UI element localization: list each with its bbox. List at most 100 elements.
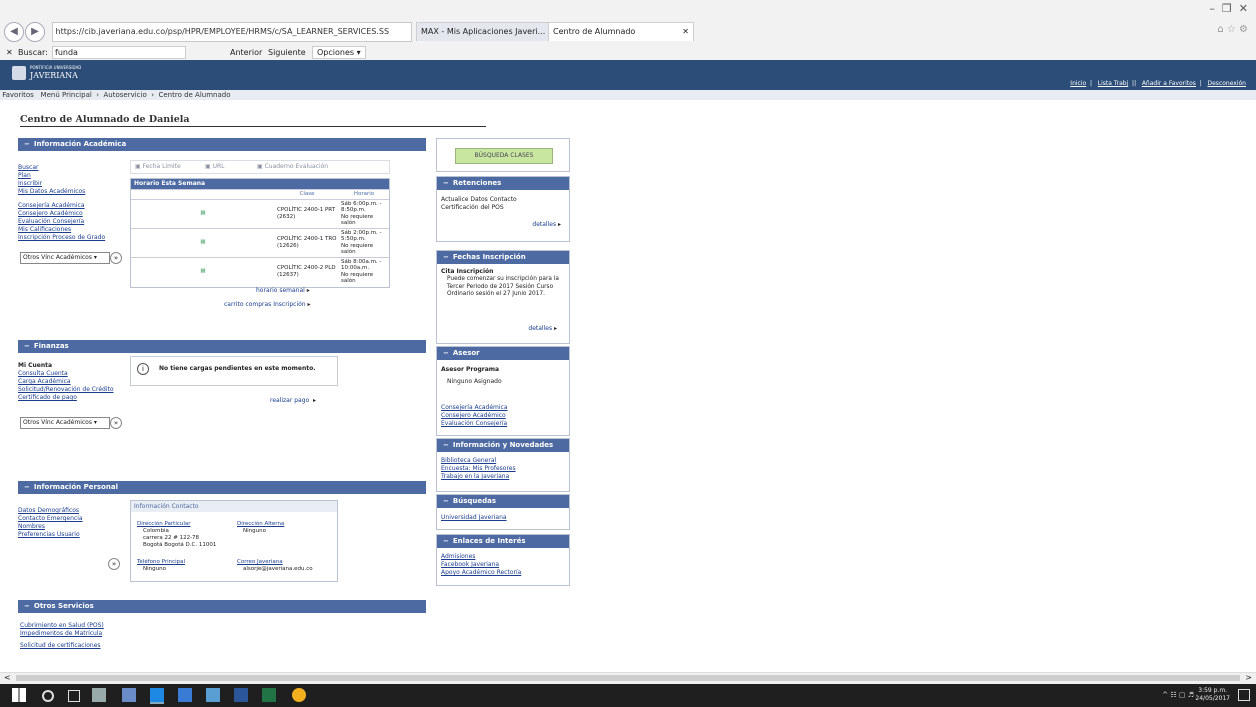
finance-other-select[interactable]: Otros Vínc Académicos ▾ (20, 417, 110, 429)
scroll-thumb[interactable] (16, 675, 1240, 681)
tab-centro-alumnado[interactable]: Centro de Alumnado ✕ (548, 22, 694, 41)
class-icon[interactable]: ▦ (131, 198, 275, 228)
link-buscar[interactable]: Buscar (18, 164, 128, 172)
news-header[interactable]: Información y Novedades (437, 439, 569, 452)
scroll-right-icon[interactable]: > (1245, 673, 1252, 682)
class-icon[interactable]: ▦ (131, 227, 275, 257)
link-inscribir[interactable]: Inscribir (18, 180, 128, 188)
window-controls[interactable]: – ❐ ✕ (1209, 2, 1248, 15)
task-view-icon[interactable] (68, 690, 80, 702)
email-label[interactable]: Correo Javeriana (237, 559, 313, 566)
link-consejero[interactable]: Consejero Académico (441, 412, 565, 420)
excel-icon[interactable] (262, 688, 276, 702)
academic-other-select[interactable]: Otros Vínc Académicos ▾ (20, 252, 110, 264)
link-contacto-emergencia[interactable]: Contacto Emergencia (18, 515, 128, 523)
enroll-details-link[interactable]: detalles ▸ (528, 325, 557, 333)
close-icon[interactable]: ✕ (682, 23, 689, 41)
other-services-header[interactable]: Otros Servicios (18, 600, 426, 613)
tray-icons[interactable]: ^ ☷ ▢ ♬ (1162, 691, 1194, 699)
header-link-favoritos[interactable]: Añadir a Favoritos (1142, 80, 1196, 87)
go-icon[interactable]: » (108, 558, 120, 570)
horizontal-scrollbar[interactable]: < > (0, 672, 1256, 684)
scroll-left-icon[interactable]: < (4, 673, 11, 682)
store-icon[interactable] (178, 688, 192, 702)
find-input[interactable]: funda (52, 46, 186, 59)
word-icon[interactable] (234, 688, 248, 702)
clock[interactable]: 3:59 p.m. 24/05/2017 (1195, 687, 1230, 703)
retentions-details-link[interactable]: detalles ▸ (532, 221, 561, 229)
link-evaluacion[interactable]: Evaluación Consejería (441, 420, 565, 428)
alt-addr-label[interactable]: Dirección Alterna (237, 521, 284, 528)
retentions-header[interactable]: Retenciones (437, 177, 569, 190)
link-preferencias[interactable]: Preferencias Usuario (18, 531, 128, 539)
link-trabajo[interactable]: Trabajo en la Javeriana (441, 473, 565, 481)
link-certificaciones[interactable]: Solicitud de certificaciones (20, 642, 104, 650)
link-consejeria[interactable]: Consejería Académica (441, 404, 565, 412)
back-arrow-icon[interactable]: ◀ (4, 22, 24, 42)
search-classes-button[interactable]: BÚSQUEDA CLASES (455, 148, 553, 164)
academic-header[interactable]: Información Académica (18, 138, 426, 151)
find-next-button[interactable]: Siguiente (268, 48, 306, 57)
breadcrumb-menu[interactable]: Menú Principal (41, 91, 92, 99)
edge-browser-icon[interactable] (150, 688, 164, 704)
tab-max[interactable]: MAX - Mis Aplicaciones Javeri... (416, 22, 550, 41)
link-credito[interactable]: Solicitud/Renovación de Crédito (18, 386, 128, 394)
link-admisiones[interactable]: Admisiones (441, 553, 565, 561)
toolbar-icons[interactable]: ⌂ ☆ ⚙ (1217, 24, 1248, 35)
deadline-icon[interactable]: ▣ Fecha Límite (135, 163, 181, 171)
home-addr-label[interactable]: Dirección Particular (137, 521, 216, 528)
link-certificado-pago[interactable]: Certificado de pago (18, 394, 128, 402)
outlook-icon[interactable] (206, 688, 220, 702)
link-mis-datos[interactable]: Mis Datos Académicos (18, 188, 128, 196)
link-nombres[interactable]: Nombres (18, 523, 128, 531)
link-datos-demograficos[interactable]: Datos Demográficos (18, 507, 128, 515)
find-prev-button[interactable]: Anterior (230, 48, 262, 57)
chrome-icon[interactable] (292, 688, 306, 702)
link-apoyo[interactable]: Apoyo Académico Rectoría (441, 569, 565, 577)
enroll-header[interactable]: Fechas Inscripción (437, 251, 569, 264)
phone-label[interactable]: Teléfono Principal (137, 559, 185, 566)
header-link-desconexion[interactable]: Desconexión (1208, 80, 1247, 87)
notifications-icon[interactable] (1238, 689, 1250, 701)
link-carga-academica[interactable]: Carga Académica (18, 378, 128, 386)
header-link-inicio[interactable]: Inicio (1070, 80, 1086, 87)
header-link-lista[interactable]: Lista Trabj (1098, 80, 1128, 87)
breadcrumb-autoservicio[interactable]: Autoservicio (104, 91, 147, 99)
link-universidad[interactable]: Universidad Javeriana (441, 514, 565, 522)
address-bar[interactable]: https://cib.javeriana.edu.co/psp/HPR/EMP… (52, 22, 412, 42)
finance-header[interactable]: Finanzas (18, 340, 426, 353)
link-calificaciones[interactable]: Mis Calificaciones (18, 226, 128, 234)
forward-arrow-icon[interactable]: ▶ (25, 22, 45, 42)
url-icon[interactable]: ▣ URL (205, 163, 224, 171)
calculator-icon[interactable] (92, 688, 106, 702)
go-icon[interactable]: » (110, 252, 122, 264)
link-grado[interactable]: Inscripción Proceso de Grado (18, 234, 128, 242)
cart-link[interactable]: carrito compras Inscripción ▸ (224, 301, 311, 309)
link-cubrimiento-salud[interactable]: Cubrimiento en Salud (POS) (20, 622, 104, 630)
link-impedimentos[interactable]: Impedimentos de Matrícula (20, 630, 104, 638)
class-icon[interactable]: ▦ (131, 256, 275, 286)
link-consejero[interactable]: Consejero Académico (18, 210, 128, 218)
breadcrumb-favoritos[interactable]: Favoritos (2, 91, 34, 99)
link-evaluacion[interactable]: Evaluación Consejería (18, 218, 128, 226)
gradebook-icon[interactable]: ▣ Cuaderno Evaluación (257, 163, 328, 171)
link-plan[interactable]: Plan (18, 172, 128, 180)
weekly-schedule-link[interactable]: horario semanal ▸ (256, 287, 310, 295)
search-header[interactable]: Búsquedas (437, 495, 569, 508)
link-consulta-cuenta[interactable]: Consulta Cuenta (18, 370, 128, 378)
close-icon[interactable]: ✕ (6, 48, 13, 57)
go-icon[interactable]: » (110, 417, 122, 429)
link-consejeria[interactable]: Consejería Académica (18, 202, 128, 210)
advisor-header[interactable]: Asesor (437, 347, 569, 360)
search-icon[interactable] (42, 690, 54, 702)
link-biblioteca[interactable]: Biblioteca General (441, 457, 565, 465)
interest-header[interactable]: Enlaces de Interés (437, 535, 569, 548)
find-options-button[interactable]: Opciones ▾ (312, 46, 366, 59)
pay-link[interactable]: realizar pago ▸ (270, 397, 316, 405)
schedule-title: Horario Esta Semana (131, 179, 389, 189)
link-encuesta[interactable]: Encuesta: Mis Profesores (441, 465, 565, 473)
windows-start-icon[interactable] (12, 688, 26, 702)
personal-header[interactable]: Información Personal (18, 481, 426, 494)
people-icon[interactable] (122, 688, 136, 702)
link-facebook[interactable]: Facebook Javeriana (441, 561, 565, 569)
